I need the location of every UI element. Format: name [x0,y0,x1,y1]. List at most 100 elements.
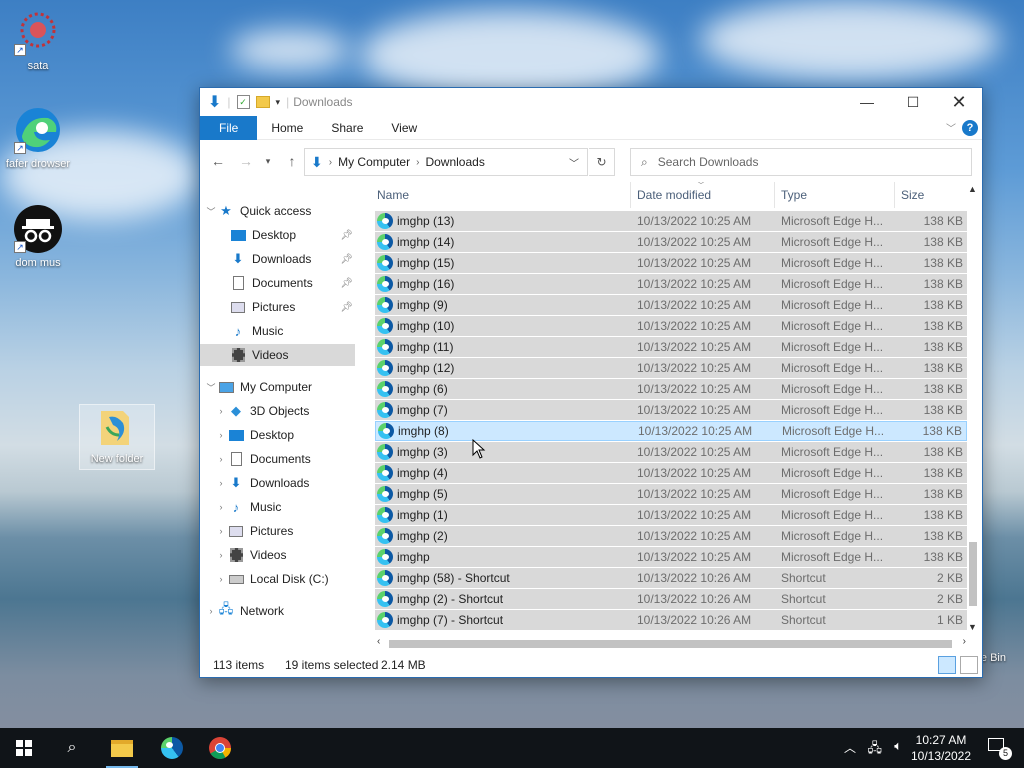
file-row[interactable]: imghp (5) 10/13/2022 10:25 AM Microsoft Ed… [375,484,967,504]
file-row[interactable]: imghp (6) 10/13/2022 10:25 AM Microsoft Ed… [375,379,967,399]
scroll-thumb[interactable] [389,640,952,648]
file-list[interactable]: Name Date modified ﹀ Type Size imghp (13… [375,182,982,652]
search-button[interactable]: ⌕ [48,728,96,768]
pin-icon[interactable]: 📌︎ [340,302,353,313]
nav-my-computer[interactable]: ﹀ My Computer [200,376,355,398]
nav-quick-access[interactable]: ﹀ ★ Quick access [200,200,355,222]
column-divider[interactable] [894,182,895,208]
new-folder-icon[interactable] [255,96,270,108]
title-bar[interactable]: ⬇ | ✓ ▾ | Downloads — ☐ ✕ [200,88,982,116]
properties-icon[interactable]: ✓ [236,95,250,109]
taskbar-edge[interactable] [148,728,196,768]
file-row[interactable]: imghp (7) 10/13/2022 10:25 AM Microsoft Ed… [375,400,967,420]
nav-music[interactable]: › ♪ Music [200,496,355,518]
column-size[interactable]: Size [901,188,924,202]
desktop-icon-new-folder[interactable]: New folder [79,404,155,470]
refresh-button[interactable]: ↻ [589,148,615,176]
scroll-up-icon[interactable]: ▲ [968,184,977,194]
download-arrow-icon[interactable]: ⬇ [208,92,221,112]
search-box[interactable]: ⌕ Search Downloads [630,148,972,176]
back-button[interactable]: ← [206,149,230,173]
maximize-button[interactable]: ☐ [890,88,936,116]
vertical-scrollbar[interactable]: ▲ ▼ [966,182,980,632]
breadcrumb-my-computer[interactable]: My Computer [338,155,410,169]
nav-quick-downloads[interactable]: ⬇ Downloads 📌︎ [200,248,355,270]
desktop-icon-sata[interactable]: ↗ sata [0,8,76,72]
column-divider[interactable] [774,182,775,208]
horizontal-scrollbar[interactable]: ‹ › [375,636,966,652]
nav-documents[interactable]: › Documents [200,448,355,470]
file-row[interactable]: imghp (1) 10/13/2022 10:25 AM Microsoft Ed… [375,505,967,525]
expand-chevron-icon[interactable]: › [214,406,228,416]
network-icon[interactable]: 🖧︎ [868,739,883,761]
nav-quick-documents[interactable]: Documents 📌︎ [200,272,355,294]
breadcrumb-downloads[interactable]: Downloads [425,155,484,169]
file-row[interactable]: imghp (8) 10/13/2022 10:25 AM Microsoft Ed… [375,421,967,441]
nav-quick-pictures[interactable]: Pictures 📌︎ [200,296,355,318]
nav-quick-videos[interactable]: Videos [200,344,355,366]
expand-chevron-icon[interactable]: › [214,550,228,560]
file-row[interactable]: imghp (2) - Shortcut 10/13/2022 10:26 AM S… [375,589,967,609]
show-hidden-icons-icon[interactable]: ︿ [844,739,856,756]
details-view-icon[interactable] [938,656,956,674]
file-row[interactable]: imghp (7) - Shortcut 10/13/2022 10:26 AM S… [375,610,967,630]
pin-icon[interactable]: 📌︎ [340,254,353,265]
nav-pictures[interactable]: › Pictures [200,520,355,542]
expand-chevron-icon[interactable]: › [214,574,228,584]
large-icons-view-icon[interactable] [960,656,978,674]
nav-local-disk[interactable]: › Local Disk (C:) [200,568,355,590]
taskbar-chrome[interactable] [196,728,244,768]
nav-network[interactable]: › 🖧︎ Network [200,600,355,622]
help-icon[interactable]: ? [962,120,978,136]
explorer-window[interactable]: ⬇ | ✓ ▾ | Downloads — ☐ ✕ File Home Shar… [199,87,983,678]
file-row[interactable]: imghp (11) 10/13/2022 10:25 AM Microsoft E… [375,337,967,357]
close-button[interactable]: ✕ [936,88,982,116]
file-row[interactable]: imghp (3) 10/13/2022 10:25 AM Microsoft Ed… [375,442,967,462]
start-button[interactable] [0,728,48,768]
column-type[interactable]: Type [781,188,807,202]
volume-icon[interactable]: 🔈︎ [894,738,902,754]
nav-desktop[interactable]: › Desktop [200,424,355,446]
tab-home[interactable]: Home [257,116,317,140]
forward-button[interactable]: → [234,149,258,173]
collapse-chevron-icon[interactable]: ﹀ [204,205,218,218]
desktop-icon-browser[interactable]: ↗ fafer drowser [0,106,76,170]
nav-3d-objects[interactable]: › ◆ 3D Objects [200,400,355,422]
collapse-chevron-icon[interactable]: ﹀ [204,381,218,394]
file-row[interactable]: imghp (58) - Shortcut 10/13/2022 10:26 AM… [375,568,967,588]
nav-quick-desktop[interactable]: Desktop 📌︎ [200,224,355,246]
file-row[interactable]: imghp (10) 10/13/2022 10:25 AM Microsoft E… [375,316,967,336]
desktop-icon-incognito[interactable]: ↗ dom mus [0,205,76,269]
file-row[interactable]: imghp 10/13/2022 10:25 AM Microsoft Edge H… [375,547,967,567]
expand-ribbon-icon[interactable]: ﹀ [946,120,956,135]
pin-icon[interactable]: 📌︎ [340,230,353,241]
tab-share[interactable]: Share [317,116,377,140]
scroll-down-icon[interactable]: ▼ [968,622,977,632]
file-row[interactable]: imghp (9) 10/13/2022 10:25 AM Microsoft Ed… [375,295,967,315]
scroll-left-icon[interactable]: ‹ [377,636,380,647]
customize-toolbar-icon[interactable]: ▾ [276,97,281,108]
file-row[interactable]: imghp (15) 10/13/2022 10:25 AM Microsoft E… [375,253,967,273]
expand-chevron-icon[interactable]: › [214,526,228,536]
nav-videos[interactable]: › Videos [200,544,355,566]
expand-chevron-icon[interactable]: › [204,606,218,616]
file-row[interactable]: imghp (16) 10/13/2022 10:25 AM Microsoft E… [375,274,967,294]
column-divider[interactable] [630,182,631,208]
pin-icon[interactable]: 📌︎ [340,278,353,289]
file-row[interactable]: imghp (4) 10/13/2022 10:25 AM Microsoft Ed… [375,463,967,483]
address-dropdown-icon[interactable]: ﹀ [569,155,579,170]
nav-downloads[interactable]: › ⬇ Downloads [200,472,355,494]
expand-chevron-icon[interactable]: › [214,502,228,512]
file-row[interactable]: imghp (12) 10/13/2022 10:25 AM Microsoft E… [375,358,967,378]
breadcrumb-separator[interactable]: › [416,157,419,168]
notifications-button[interactable]: 5 [988,738,1012,760]
up-button[interactable]: ↑ [280,149,304,173]
tab-view[interactable]: View [377,116,431,140]
nav-quick-music[interactable]: ♪ Music [200,320,355,342]
tab-file[interactable]: File [200,115,258,140]
file-row[interactable]: imghp (14) 10/13/2022 10:25 AM Microsoft E… [375,232,967,252]
scroll-right-icon[interactable]: › [963,636,966,647]
clock[interactable]: 10:27 AM 10/13/2022 [906,732,976,764]
expand-chevron-icon[interactable]: › [214,430,228,440]
recent-locations-button[interactable]: ▾ [256,149,280,173]
